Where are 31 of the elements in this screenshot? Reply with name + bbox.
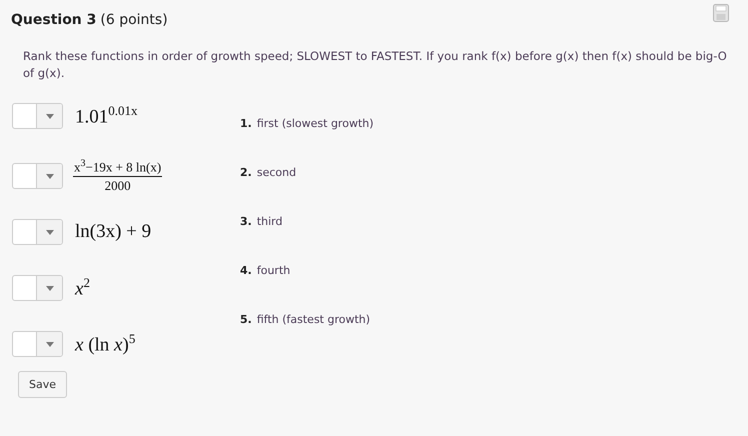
rank-dropdown[interactable] bbox=[12, 275, 63, 301]
rank-dropdown[interactable] bbox=[12, 331, 63, 357]
choice-label: fifth (fastest growth) bbox=[256, 313, 370, 326]
caret-icon bbox=[46, 114, 54, 118]
rank-dropdown[interactable] bbox=[12, 163, 63, 189]
math-expression: x$^{2}$ bbox=[75, 275, 90, 301]
math-expression: x (ln x)$^{5}$ bbox=[75, 331, 136, 357]
choice-label: third bbox=[256, 215, 282, 228]
fraction-denominator: 2000 bbox=[104, 177, 131, 194]
save-button[interactable]: Save bbox=[18, 371, 68, 398]
choice-number: 5. bbox=[240, 313, 252, 326]
question-points: (6 points) bbox=[100, 12, 168, 28]
caret-icon bbox=[46, 230, 54, 234]
save-icon[interactable] bbox=[713, 4, 729, 22]
math-expression: 1.01$^{0.01x}$ bbox=[75, 103, 138, 128]
caret-icon bbox=[46, 174, 54, 178]
choice-number: 1. bbox=[240, 117, 252, 130]
choice-number: 3. bbox=[240, 215, 252, 228]
choice-label: second bbox=[256, 166, 296, 179]
question-prompt: Rank these functions in order of growth speed; SLOWEST to FASTEST. If you rank f(x) before g(x) then f(x) should be big-O of g(x). bbox=[23, 48, 728, 82]
rank-dropdown[interactable] bbox=[12, 103, 63, 129]
math-expression: ln(3x) + 9 bbox=[75, 221, 152, 243]
caret-icon bbox=[46, 342, 54, 346]
question-title: Question 3 bbox=[11, 12, 96, 28]
choice-number: 4. bbox=[240, 264, 252, 277]
rank-dropdown[interactable] bbox=[12, 219, 63, 245]
fraction-numerator: x$^{3}$−19x + 8 ln(x) bbox=[73, 158, 162, 178]
caret-icon bbox=[46, 286, 54, 290]
choice-label: fourth bbox=[256, 264, 290, 277]
choice-number: 2. bbox=[240, 166, 252, 179]
choice-label: first (slowest growth) bbox=[256, 117, 374, 130]
